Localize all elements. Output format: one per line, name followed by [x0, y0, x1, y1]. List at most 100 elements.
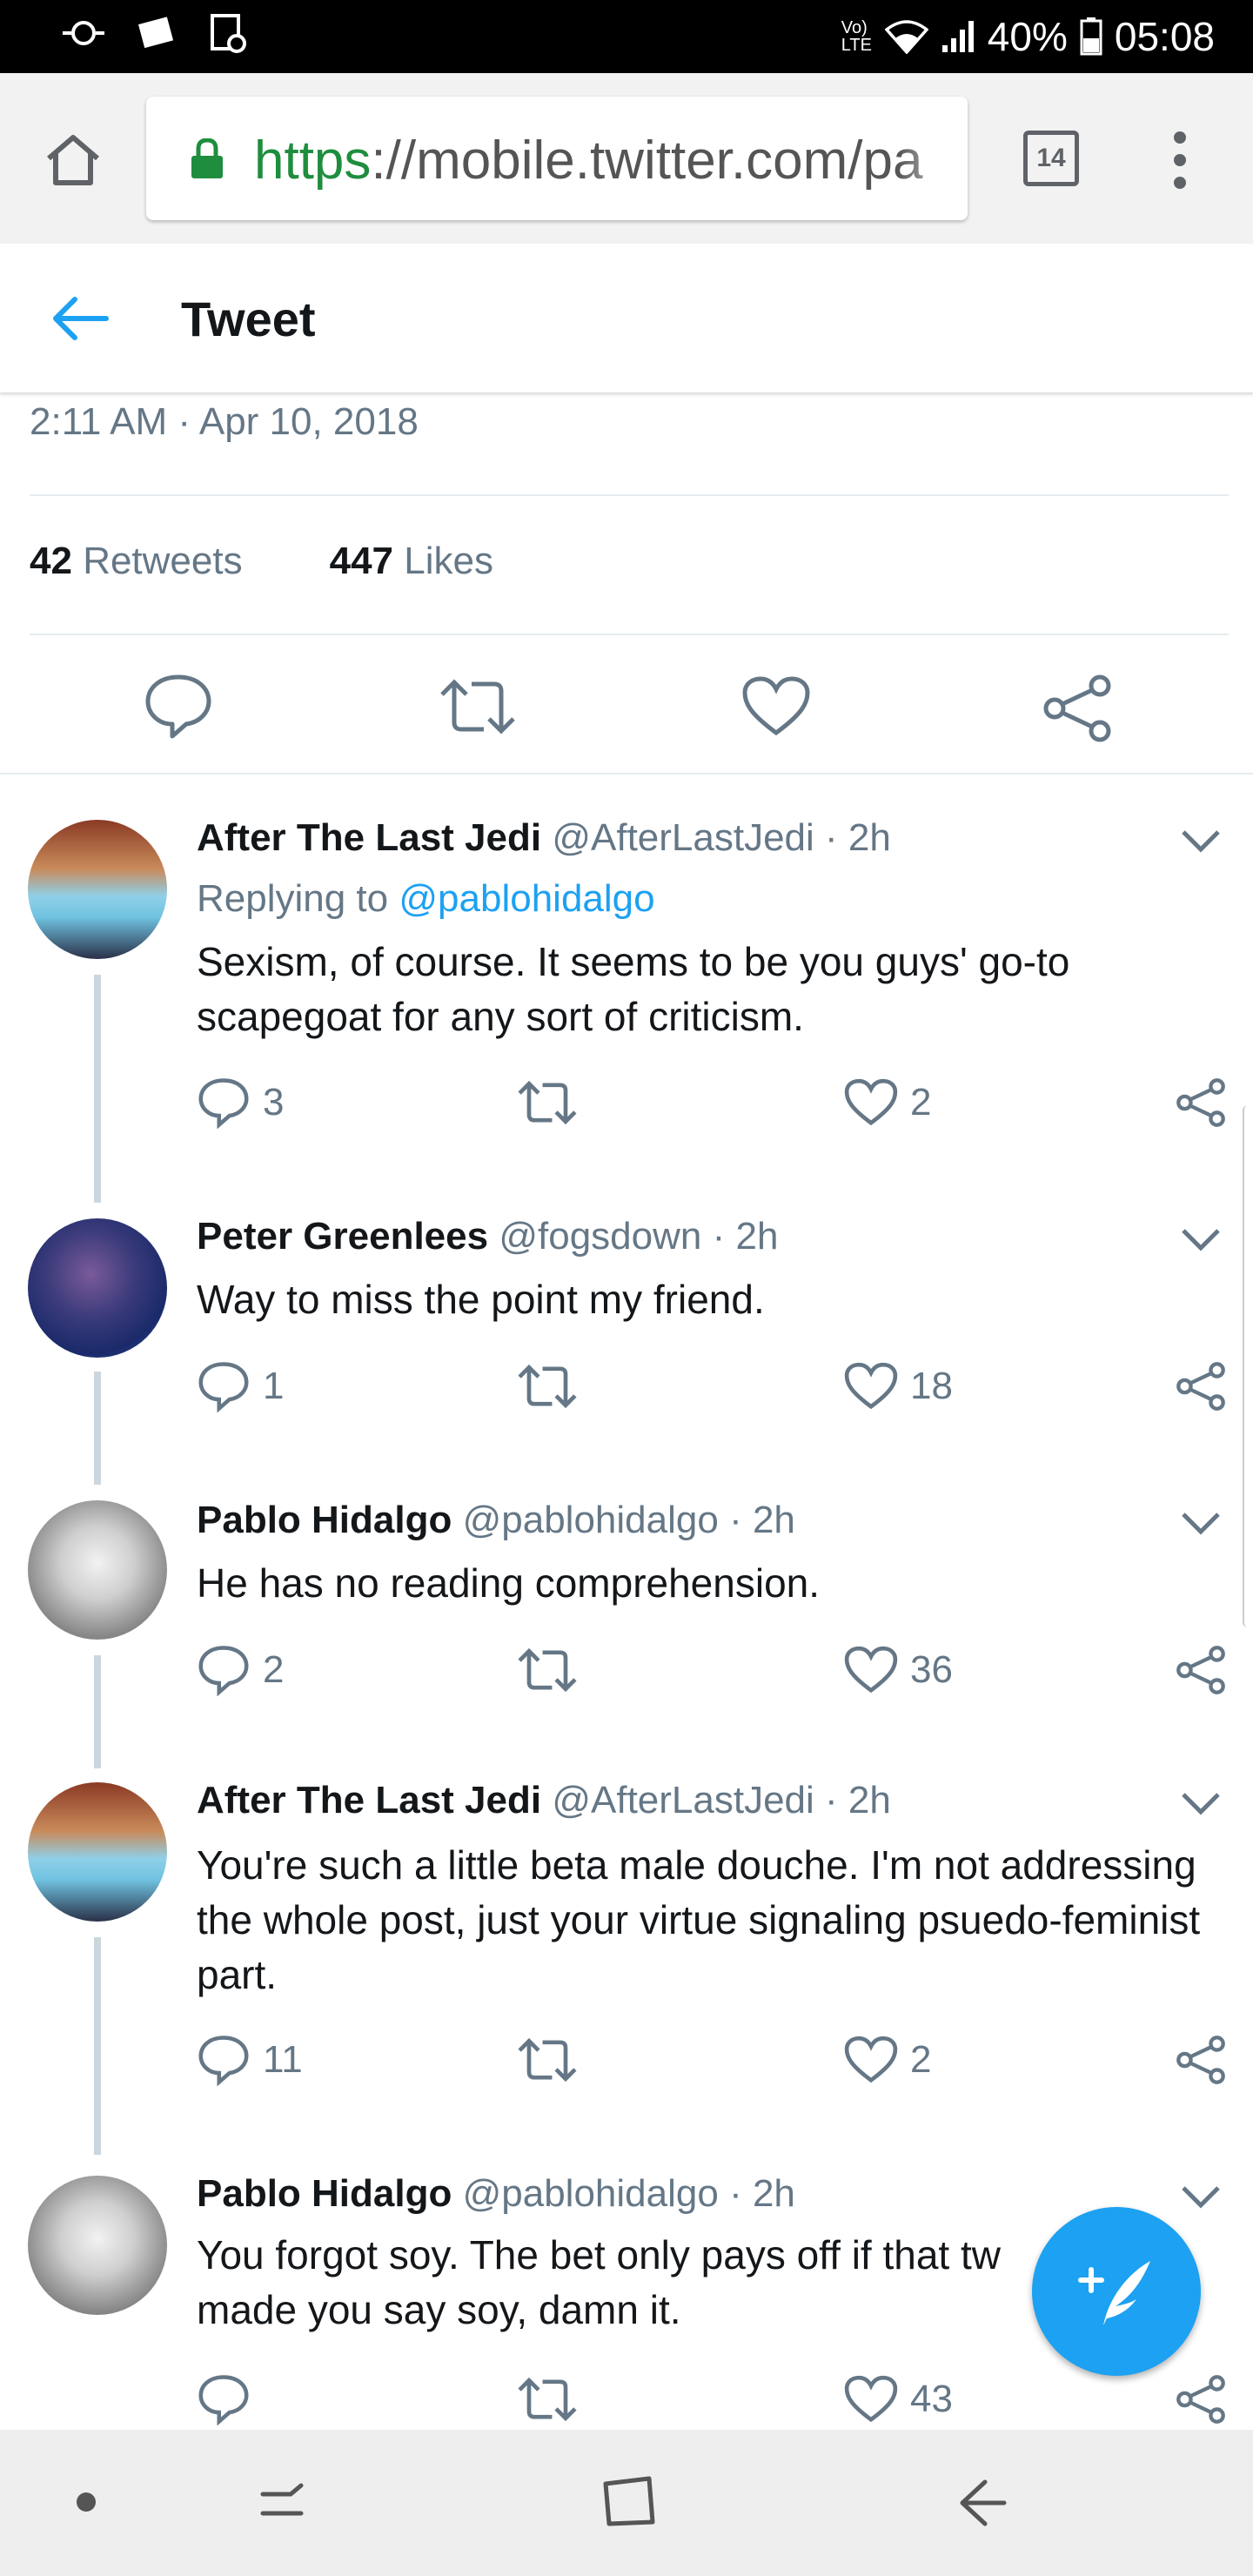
chevron-down-icon[interactable] — [1180, 2184, 1222, 2210]
share-button[interactable] — [1175, 1072, 1227, 1133]
back-arrow-icon[interactable] — [50, 296, 110, 341]
browser-toolbar: https://mobile.twitter.com/pa 14 — [0, 73, 1253, 244]
author-handle[interactable]: @pablohidalgo — [463, 1499, 719, 1541]
tweet-text: Way to miss the point my friend. — [197, 1277, 765, 1322]
retweet-button[interactable] — [517, 1640, 578, 1701]
author-name[interactable]: Pablo Hidalgo — [197, 2172, 452, 2215]
volte-label: Vo) LTE — [841, 18, 872, 55]
signal-icon — [941, 21, 974, 52]
chevron-down-icon[interactable] — [1180, 1511, 1222, 1537]
url-text: https://mobile.twitter.com/pa — [254, 130, 922, 191]
thread-line — [94, 1655, 101, 1768]
reply-button[interactable]: 11 — [197, 2029, 303, 2090]
likes-label: Likes — [404, 540, 493, 582]
likes-stat[interactable]: 447 Likes — [330, 540, 493, 583]
like-button[interactable]: 2 — [844, 2029, 931, 2090]
reply-icon — [198, 2036, 249, 2086]
reply-count: 11 — [263, 2038, 303, 2081]
system-navigation-bar — [0, 2430, 1253, 2576]
reply-actions: 11 2 — [197, 2029, 1241, 2090]
reply-button[interactable]: 2 — [197, 1640, 284, 1701]
tweet-stats: 42 Retweets 447 Likes — [30, 540, 493, 583]
reply-actions: 3 2 — [197, 1072, 1241, 1133]
retweets-stat[interactable]: 42 Retweets — [30, 540, 243, 583]
share-button[interactable] — [1175, 2369, 1227, 2430]
avatar[interactable] — [28, 820, 167, 959]
reply-button[interactable] — [197, 2369, 263, 2430]
author-name[interactable]: Peter Greenlees — [197, 1215, 488, 1258]
like-icon — [844, 1078, 898, 1126]
thread-line — [94, 975, 101, 1203]
reply-count: 2 — [263, 1648, 285, 1691]
like-icon — [844, 1646, 898, 1694]
url-path: ://mobile.twitter.com/pa — [371, 131, 923, 191]
tweet-author: After The Last Jedi @AfterLastJedi · 2h — [197, 1779, 891, 1822]
author-handle[interactable]: @AfterLastJedi — [552, 816, 814, 859]
reply-icon — [198, 1646, 249, 1696]
replying-prefix: Replying to — [197, 877, 389, 920]
tweet-age: · 2h — [825, 1779, 891, 1821]
tab-switcher-button[interactable]: 14 — [1023, 131, 1079, 186]
clock: 05:08 — [1114, 14, 1215, 59]
reply-icon — [198, 1362, 249, 1412]
nav-dot-indicator — [77, 2492, 96, 2512]
like-icon — [844, 1362, 898, 1410]
retweet-button[interactable] — [517, 2029, 578, 2090]
like-button[interactable]: 18 — [844, 1356, 953, 1417]
reply-actions: 1 18 — [197, 1356, 1241, 1417]
share-icon[interactable] — [1041, 674, 1114, 743]
retweet-icon — [518, 1364, 577, 1409]
tweet-age: · 2h — [729, 1499, 795, 1541]
lock-icon — [191, 138, 223, 178]
share-button[interactable] — [1175, 1640, 1227, 1701]
recent-apps-icon[interactable] — [258, 2479, 306, 2527]
reply-count: 3 — [263, 1081, 285, 1124]
like-button[interactable]: 2 — [844, 1072, 931, 1133]
author-name[interactable]: Pablo Hidalgo — [197, 1499, 452, 1541]
author-handle[interactable]: @fogsdown — [499, 1215, 701, 1258]
retweet-button[interactable] — [517, 1072, 578, 1133]
page-title: Tweet — [181, 292, 316, 346]
author-name[interactable]: After The Last Jedi — [197, 816, 541, 859]
overflow-menu-icon[interactable] — [1169, 131, 1190, 190]
compose-tweet-button[interactable] — [1032, 2207, 1201, 2376]
tweet-actions — [0, 644, 1253, 775]
address-bar[interactable]: https://mobile.twitter.com/pa — [146, 97, 968, 220]
retweet-icon — [518, 2377, 577, 2422]
avatar[interactable] — [28, 1500, 167, 1640]
avatar[interactable] — [28, 1782, 167, 1922]
author-name[interactable]: After The Last Jedi — [197, 1779, 541, 1821]
retweet-icon[interactable] — [439, 675, 517, 738]
chevron-down-icon[interactable] — [1180, 1227, 1222, 1253]
share-button[interactable] — [1175, 1356, 1227, 1417]
tab-count: 14 — [1036, 144, 1066, 172]
image-notification-icon — [137, 17, 174, 49]
scrollbar[interactable] — [1243, 1105, 1253, 1627]
chevron-down-icon[interactable] — [1180, 1791, 1222, 1817]
reply-icon[interactable] — [143, 672, 214, 741]
like-count: 36 — [910, 1648, 953, 1691]
avatar[interactable] — [28, 1218, 167, 1358]
mention-link[interactable]: @pablohidalgo — [399, 877, 654, 920]
home-icon[interactable] — [44, 132, 103, 188]
author-handle[interactable]: @AfterLastJedi — [552, 1779, 814, 1821]
like-button[interactable]: 43 — [844, 2369, 953, 2430]
tweet-text: Sexism, of course. It seems to be you gu… — [197, 939, 1070, 1039]
thread-line — [94, 1937, 101, 2155]
author-handle[interactable]: @pablohidalgo — [463, 2172, 719, 2215]
chevron-down-icon[interactable] — [1180, 828, 1222, 855]
avatar[interactable] — [28, 2176, 167, 2315]
reply-button[interactable]: 3 — [197, 1072, 284, 1133]
tweet-author: Pablo Hidalgo @pablohidalgo · 2h — [197, 1499, 795, 1542]
tweet-timestamp: 2:11 AM · Apr 10, 2018 — [30, 400, 419, 443]
back-icon[interactable] — [955, 2477, 1009, 2529]
reply-button[interactable]: 1 — [197, 1356, 284, 1417]
like-button[interactable]: 36 — [844, 1640, 953, 1701]
home-square-icon[interactable] — [602, 2473, 658, 2529]
tweet-age: · 2h — [825, 816, 891, 859]
battery-percent: 40% — [987, 14, 1068, 59]
retweet-button[interactable] — [517, 2369, 578, 2430]
share-button[interactable] — [1175, 2029, 1227, 2090]
like-icon[interactable] — [741, 675, 811, 738]
retweet-button[interactable] — [517, 1356, 578, 1417]
